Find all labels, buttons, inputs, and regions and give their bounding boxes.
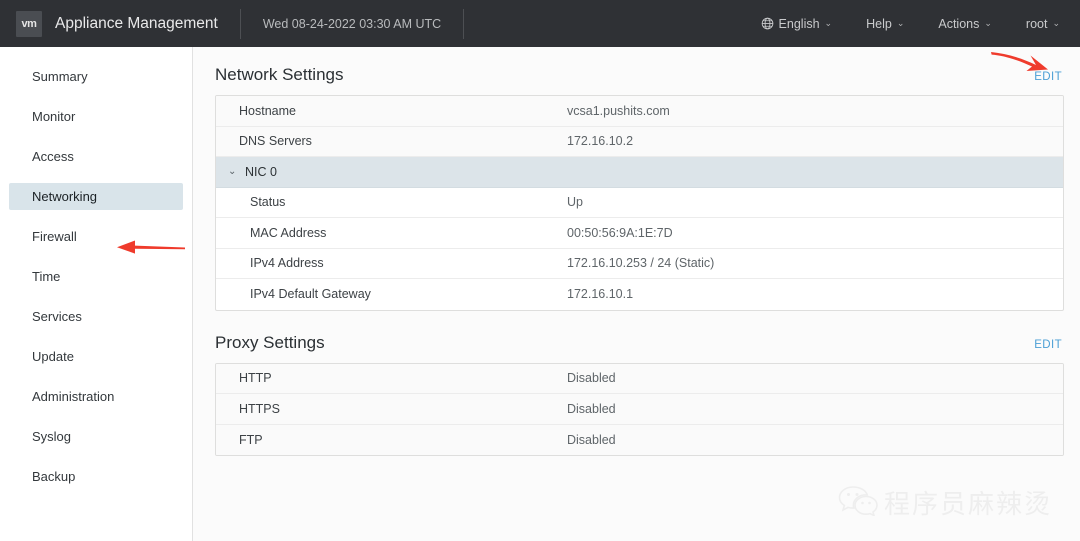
table-row: IPv4 Default Gateway 172.16.10.1 <box>216 279 1063 310</box>
sidebar-item-syslog[interactable]: Syslog <box>9 423 183 450</box>
group-label-text: NIC 0 <box>245 164 277 179</box>
sidebar-item-services[interactable]: Services <box>9 303 183 330</box>
table-row: HTTPS Disabled <box>216 394 1063 425</box>
row-label: Hostname <box>239 103 296 118</box>
table-row: Status Up <box>216 188 1063 218</box>
table-row: IPv4 Address 172.16.10.253 / 24 (Static) <box>216 249 1063 279</box>
table-group-row-nic0[interactable]: ⌄ NIC 0 <box>216 157 1063 188</box>
actions-menu[interactable]: Actions ⌄ <box>938 17 992 31</box>
actions-menu-label: Actions <box>938 16 980 31</box>
row-value: 00:50:56:9A:1E:7D <box>567 225 673 240</box>
header-divider-1 <box>239 8 241 39</box>
language-menu-label: English <box>778 16 820 31</box>
chevron-down-icon: ⌄ <box>824 18 833 28</box>
network-settings-header: Network Settings EDIT <box>215 65 1064 85</box>
header-menu-group: English ⌄ Help ⌄ Actions ⌄ root ⌄ <box>727 0 1080 47</box>
row-label: DNS Servers <box>239 134 312 149</box>
wechat-icon <box>838 484 878 521</box>
sidebar-nav: Summary Monitor Access Networking Firewa… <box>0 47 193 541</box>
network-settings-table: Hostname vcsa1.pushits.com DNS Servers 1… <box>215 95 1064 311</box>
table-row: DNS Servers 172.16.10.2 <box>216 126 1063 157</box>
top-header-bar: vm Appliance Management Wed 08-24-2022 0… <box>0 0 1080 47</box>
row-value: Up <box>567 195 583 210</box>
network-settings-title: Network Settings <box>215 65 344 84</box>
row-label: ⌄ NIC 0 <box>216 165 567 179</box>
proxy-settings-edit-button[interactable]: EDIT <box>1034 339 1062 353</box>
row-value: Disabled <box>567 371 616 386</box>
help-menu-label: Help <box>866 16 892 31</box>
brand-area: vm Appliance Management <box>0 0 218 47</box>
app-title: Appliance Management <box>55 14 218 32</box>
table-row: HTTP Disabled <box>216 363 1063 394</box>
user-menu[interactable]: root ⌄ <box>1026 17 1060 31</box>
proxy-settings-header: Proxy Settings EDIT <box>215 333 1064 353</box>
table-row: FTP Disabled <box>216 424 1063 455</box>
row-value: Disabled <box>567 432 616 447</box>
header-divider-2 <box>463 8 465 39</box>
chevron-down-icon: ⌄ <box>984 18 992 28</box>
row-label: Status <box>250 195 286 210</box>
row-label: MAC Address <box>250 225 327 240</box>
user-menu-label: root <box>1025 16 1048 31</box>
chevron-down-icon: ⌄ <box>1052 18 1060 28</box>
sidebar-item-monitor[interactable]: Monitor <box>9 103 183 130</box>
language-menu[interactable]: English ⌄ <box>761 16 833 31</box>
row-value: 172.16.10.2 <box>567 134 634 149</box>
sidebar-item-administration[interactable]: Administration <box>9 383 183 410</box>
page-body: Summary Monitor Access Networking Firewa… <box>0 47 1080 541</box>
proxy-settings-table: HTTP Disabled HTTPS Disabled FTP Disable… <box>215 362 1064 456</box>
row-label: HTTPS <box>239 401 280 416</box>
vmware-logo-icon: vm <box>16 10 42 37</box>
row-label: HTTP <box>239 371 272 386</box>
row-value: 172.16.10.253 / 24 (Static) <box>567 256 715 271</box>
sidebar-item-summary[interactable]: Summary <box>9 63 183 90</box>
sidebar-item-update[interactable]: Update <box>9 343 183 370</box>
table-row: Hostname vcsa1.pushits.com <box>216 96 1063 127</box>
header-timestamp: Wed 08-24-2022 03:30 AM UTC <box>262 16 442 31</box>
watermark: 程序员麻辣烫 <box>838 484 1052 521</box>
proxy-settings-title: Proxy Settings <box>215 332 325 352</box>
row-value: Disabled <box>567 401 616 416</box>
sidebar-item-backup[interactable]: Backup <box>9 463 183 490</box>
chevron-down-icon: ⌄ <box>228 165 237 177</box>
sidebar-item-firewall[interactable]: Firewall <box>9 223 183 250</box>
row-label: FTP <box>239 432 263 447</box>
network-settings-edit-button[interactable]: EDIT <box>1034 71 1062 85</box>
help-menu[interactable]: Help ⌄ <box>866 17 904 31</box>
main-content: Network Settings EDIT Hostname vcsa1.pus… <box>193 47 1080 541</box>
sidebar-item-networking[interactable]: Networking <box>9 183 183 210</box>
row-value: vcsa1.pushits.com <box>567 103 670 118</box>
chevron-down-icon: ⌄ <box>896 18 905 28</box>
globe-icon <box>761 17 774 30</box>
sidebar-item-time[interactable]: Time <box>9 263 183 290</box>
sidebar-item-access[interactable]: Access <box>9 143 183 170</box>
row-label: IPv4 Default Gateway <box>250 287 371 302</box>
watermark-text: 程序员麻辣烫 <box>883 490 1052 520</box>
row-label: IPv4 Address <box>250 256 324 271</box>
row-value: 172.16.10.1 <box>567 287 634 302</box>
table-row: MAC Address 00:50:56:9A:1E:7D <box>216 218 1063 249</box>
